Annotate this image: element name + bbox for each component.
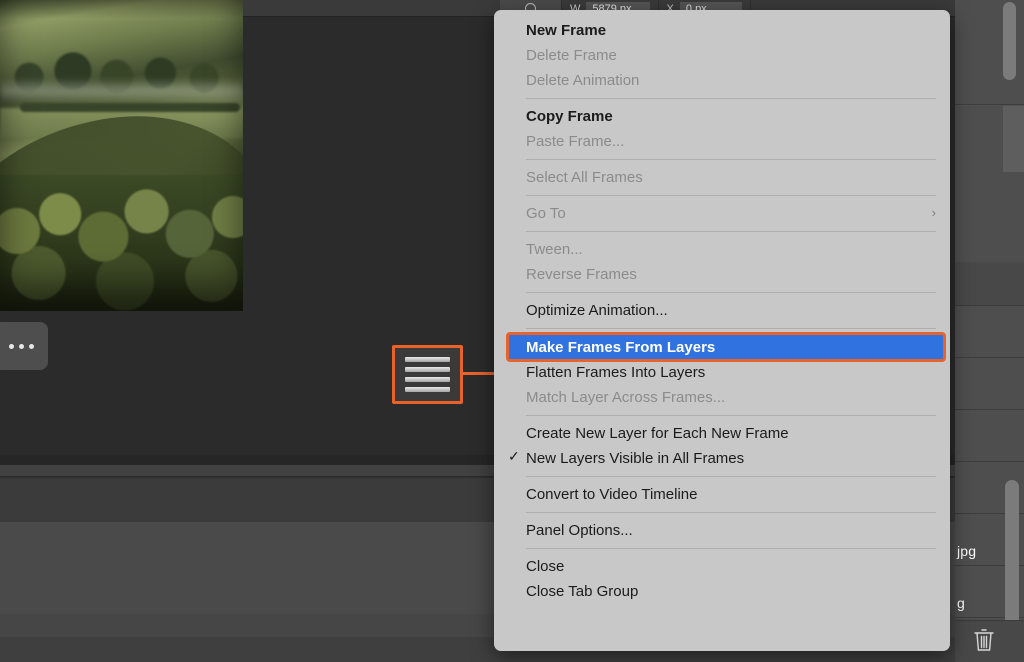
timeline-panel-context-menu[interactable]: New Frame Delete Frame Delete Animation … <box>494 10 950 651</box>
ellipsis-dot-icon <box>9 344 14 349</box>
menu-item-close[interactable]: Close <box>494 554 950 579</box>
right-panel-top-section <box>955 0 1024 105</box>
menu-item-delete-frame: Delete Frame <box>494 43 950 68</box>
hamburger-lines <box>405 357 450 392</box>
menu-item-label: Close <box>526 558 564 575</box>
ellipsis-dot-icon <box>19 344 24 349</box>
menu-separator <box>526 476 936 477</box>
menu-item-match-layer-across-frames: Match Layer Across Frames... <box>494 385 950 410</box>
menu-item-make-frames-from-layers[interactable]: Make Frames From Layers <box>508 334 944 360</box>
more-options-button[interactable] <box>0 322 48 370</box>
hamburger-line <box>405 367 450 372</box>
panel-menu-hamburger-icon[interactable] <box>392 345 463 404</box>
menu-item-convert-to-video-timeline[interactable]: Convert to Video Timeline <box>494 482 950 507</box>
hamburger-line <box>405 387 450 392</box>
right-side-panel: jpg g .jpg jpg <box>955 0 1024 662</box>
hamburger-line <box>405 357 450 362</box>
menu-item-panel-options[interactable]: Panel Options... <box>494 518 950 543</box>
menu-item-tween: Tween... <box>494 237 950 262</box>
menu-separator <box>526 231 936 232</box>
menu-item-close-tab-group[interactable]: Close Tab Group <box>494 579 950 604</box>
menu-item-create-new-layer-for-each-new-frame[interactable]: Create New Layer for Each New Frame <box>494 421 950 446</box>
menu-item-optimize-animation[interactable]: Optimize Animation... <box>494 298 950 323</box>
menu-item-label: Flatten Frames Into Layers <box>526 364 705 381</box>
menu-item-label: Go To <box>526 205 566 222</box>
list-item[interactable] <box>955 410 1024 462</box>
menu-item-label: Reverse Frames <box>526 266 637 283</box>
menu-item-label: New Frame <box>526 22 606 39</box>
menu-item-label: Convert to Video Timeline <box>526 486 697 503</box>
ellipsis-dot-icon <box>29 344 34 349</box>
layers-panel-header <box>955 262 1024 306</box>
chevron-right-icon: › <box>932 205 936 220</box>
checkmark-icon: ✓ <box>508 448 520 465</box>
screenshot-root: W 5879 px X 0 px <box>0 0 1024 662</box>
menu-item-label: Paste Frame... <box>526 133 624 150</box>
right-panel-scroll-gutter[interactable] <box>1003 106 1024 172</box>
menu-item-new-frame[interactable]: New Frame <box>494 18 950 43</box>
menu-item-label: Match Layer Across Frames... <box>526 389 725 406</box>
menu-separator <box>526 512 936 513</box>
menu-item-label: Tween... <box>526 241 583 258</box>
menu-item-label: Create New Layer for Each New Frame <box>526 425 789 442</box>
menu-item-label: Make Frames From Layers <box>526 339 715 356</box>
menu-item-label: Copy Frame <box>526 108 613 125</box>
menu-separator <box>526 159 936 160</box>
menu-item-go-to: Go To › <box>494 201 950 226</box>
menu-item-label: Delete Frame <box>526 47 617 64</box>
layers-list-scrollbar-thumb[interactable] <box>1005 480 1019 630</box>
menu-separator <box>526 98 936 99</box>
menu-item-flatten-frames-into-layers[interactable]: Flatten Frames Into Layers <box>494 360 950 385</box>
menu-separator <box>526 415 936 416</box>
right-panel-scrollbar-thumb-top[interactable] <box>1003 2 1016 80</box>
menu-separator <box>526 292 936 293</box>
hamburger-line <box>405 377 450 382</box>
menu-item-select-all-frames: Select All Frames <box>494 165 950 190</box>
menu-separator <box>526 328 936 329</box>
delete-layer-icon[interactable] <box>973 628 995 652</box>
list-item[interactable] <box>955 358 1024 410</box>
menu-item-delete-animation: Delete Animation <box>494 68 950 93</box>
menu-item-label: Delete Animation <box>526 72 639 89</box>
menu-item-reverse-frames: Reverse Frames <box>494 262 950 287</box>
menu-separator <box>526 195 936 196</box>
menu-item-label: Panel Options... <box>526 522 633 539</box>
menu-item-paste-frame: Paste Frame... <box>494 129 950 154</box>
menu-item-label: New Layers Visible in All Frames <box>526 450 744 467</box>
list-item[interactable] <box>955 306 1024 358</box>
menu-item-new-layers-visible-in-all-frames[interactable]: ✓ New Layers Visible in All Frames <box>494 446 950 471</box>
menu-separator <box>526 548 936 549</box>
menu-item-label: Optimize Animation... <box>526 302 668 319</box>
menu-item-label: Select All Frames <box>526 169 643 186</box>
vignette <box>0 0 243 311</box>
menu-item-label: Close Tab Group <box>526 583 638 600</box>
menu-item-copy-frame[interactable]: Copy Frame <box>494 104 950 129</box>
canvas-image-thumbnail[interactable] <box>0 0 243 311</box>
